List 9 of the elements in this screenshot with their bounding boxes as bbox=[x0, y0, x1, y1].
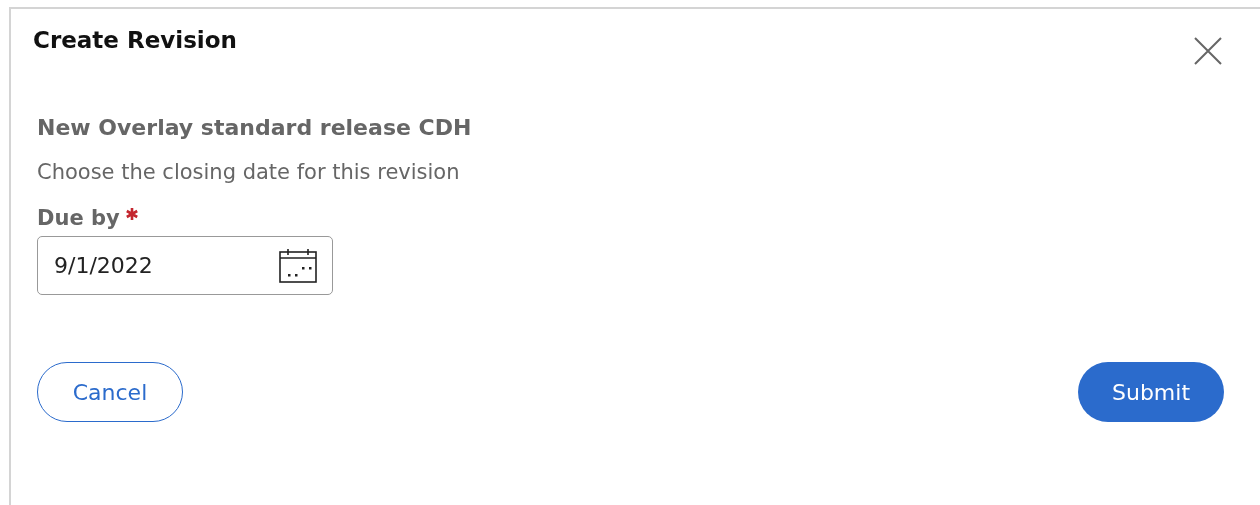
cancel-button[interactable]: Cancel bbox=[37, 362, 183, 422]
field-label: Due by bbox=[37, 206, 120, 230]
date-field[interactable]: 9/1/2022 bbox=[37, 236, 333, 295]
record-heading: New Overlay standard release CDH bbox=[37, 115, 473, 140]
close-icon[interactable] bbox=[1192, 35, 1224, 67]
dialog-title: Create Revision bbox=[33, 27, 237, 53]
calendar-icon[interactable] bbox=[278, 247, 318, 284]
description-text: Choose the closing date for this revision bbox=[37, 160, 461, 184]
submit-button[interactable]: Submit bbox=[1078, 362, 1224, 422]
